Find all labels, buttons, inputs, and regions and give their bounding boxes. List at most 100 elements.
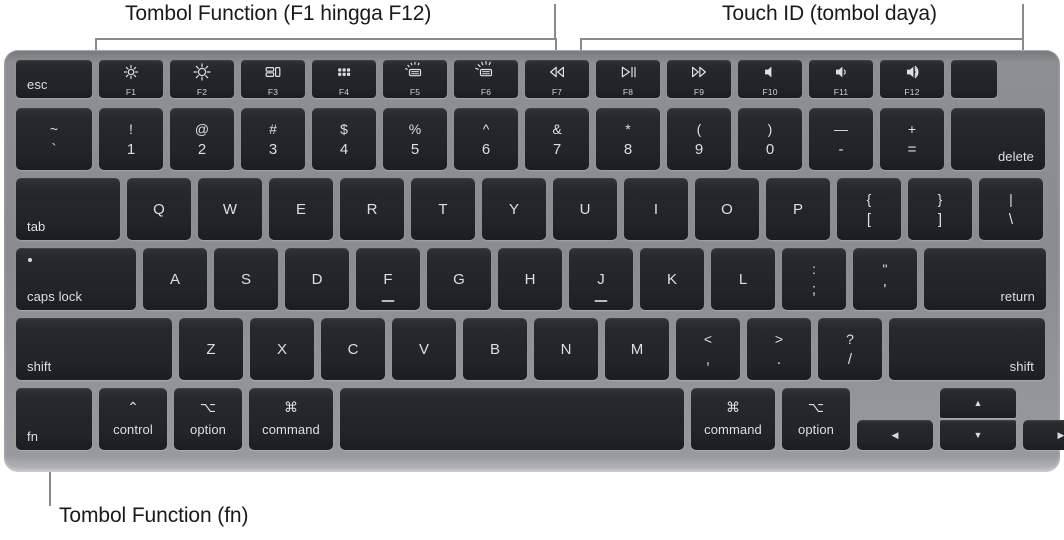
key-touch-id[interactable] [951, 60, 997, 98]
key-tab[interactable]: tab [16, 178, 120, 240]
key-f7[interactable]: F7 [525, 60, 589, 98]
key-digit-5[interactable]: % 5 [383, 108, 447, 170]
key-label: tab [27, 219, 46, 234]
key-label: shift [1009, 359, 1034, 374]
key-key-z[interactable]: Z [179, 318, 243, 380]
key-f8[interactable]: F8 [596, 60, 660, 98]
key-f9[interactable]: F9 [667, 60, 731, 98]
key-slash[interactable]: ? / [818, 318, 882, 380]
key-return[interactable]: return [924, 248, 1046, 310]
key-option-right[interactable]: ⌥ option [782, 388, 850, 450]
key-primary-label: ] [937, 210, 943, 228]
key-key-u[interactable]: U [553, 178, 617, 240]
key-f5[interactable]: F5 [383, 60, 447, 98]
key-symbol-glyph: ⌘ [726, 399, 740, 415]
key-option-left[interactable]: ⌥ option [174, 388, 242, 450]
key-arrow-down[interactable]: ▼ [940, 420, 1016, 450]
key-key-l[interactable]: L [711, 248, 775, 310]
key-key-w[interactable]: W [198, 178, 262, 240]
key-key-v[interactable]: V [392, 318, 456, 380]
key-bracket-left[interactable]: {[ [837, 178, 901, 240]
key-digit-1[interactable]: ! 1 [99, 108, 163, 170]
key-semicolon[interactable]: :; [782, 248, 846, 310]
key-esc[interactable]: esc [16, 60, 92, 98]
key-backslash[interactable]: | \ [979, 178, 1043, 240]
key-digit-3[interactable]: #3 [241, 108, 305, 170]
key-period[interactable]: >. [747, 318, 811, 380]
key-key-n[interactable]: N [534, 318, 598, 380]
key-shift-label: { [866, 190, 872, 207]
key-shift-label: ^ [482, 120, 490, 137]
key-primary-label: / [847, 350, 853, 368]
key-comma[interactable]: <, [676, 318, 740, 380]
key-shift-left[interactable]: shift [16, 318, 172, 380]
key-key-p[interactable]: P [766, 178, 830, 240]
key-bracket-right[interactable]: }] [908, 178, 972, 240]
key-key-j[interactable]: J [569, 248, 633, 310]
key-key-s[interactable]: S [214, 248, 278, 310]
key-primary-label: 4 [339, 140, 349, 158]
key-command-right[interactable]: ⌘ command [691, 388, 775, 450]
key-digit-2[interactable]: @2 [170, 108, 234, 170]
key-primary-label: . [776, 350, 782, 368]
key-digit-9[interactable]: (9 [667, 108, 731, 170]
key-f2[interactable]: F2 [170, 60, 234, 98]
key-label: shift [27, 359, 52, 374]
key-key-t[interactable]: T [411, 178, 475, 240]
key-key-k[interactable]: K [640, 248, 704, 310]
key-key-a[interactable]: A [143, 248, 207, 310]
key-key-f[interactable]: F [356, 248, 420, 310]
key-key-o[interactable]: O [695, 178, 759, 240]
key-f11[interactable]: F11 [809, 60, 873, 98]
key-shift-label: " [882, 260, 888, 277]
brightness-down-icon [120, 61, 142, 83]
keyboard-row-zxcv: shift Z X C V B N M <, >.? / shift [16, 318, 1045, 380]
key-key-m[interactable]: M [605, 318, 669, 380]
key-arrow-right[interactable]: ▶ [1023, 420, 1064, 450]
key-key-b[interactable]: B [463, 318, 527, 380]
key-key-d[interactable]: D [285, 248, 349, 310]
key-equal[interactable]: + = [880, 108, 944, 170]
key-key-i[interactable]: I [624, 178, 688, 240]
key-minus[interactable]: — - [809, 108, 873, 170]
key-digit-8[interactable]: * 8 [596, 108, 660, 170]
key-digit-6[interactable]: ^ 6 [454, 108, 518, 170]
key-key-h[interactable]: H [498, 248, 562, 310]
key-digit-7[interactable]: & 7 [525, 108, 589, 170]
key-arrow-left[interactable]: ◀ [857, 420, 933, 450]
key-command-left[interactable]: ⌘ command [249, 388, 333, 450]
key-shift-label: ~ [49, 120, 59, 137]
key-f1[interactable]: F1 [99, 60, 163, 98]
key-f12[interactable]: F12 [880, 60, 944, 98]
fast-forward-icon [688, 61, 710, 83]
key-primary-label: 1 [126, 140, 136, 158]
key-digit-4[interactable]: $4 [312, 108, 376, 170]
key-space[interactable] [340, 388, 684, 450]
key-shift-label: # [269, 120, 277, 137]
key-f6[interactable]: F6 [454, 60, 518, 98]
key-caps-lock[interactable]: caps lock [16, 248, 136, 310]
key-key-r[interactable]: R [340, 178, 404, 240]
key-delete[interactable]: delete [951, 108, 1045, 170]
key-key-x[interactable]: X [250, 318, 314, 380]
key-label: B [489, 340, 500, 358]
key-key-q[interactable]: Q [127, 178, 191, 240]
key-digit-0[interactable]: ) 0 [738, 108, 802, 170]
key-arrow-up[interactable]: ▲ [940, 388, 1016, 418]
key-fn[interactable]: fn [16, 388, 92, 450]
key-fnumber-label: F12 [904, 87, 920, 98]
key-quote[interactable]: " ' [853, 248, 917, 310]
key-key-c[interactable]: C [321, 318, 385, 380]
key-shift-right[interactable]: shift [889, 318, 1045, 380]
key-key-e[interactable]: E [269, 178, 333, 240]
key-label: M [630, 340, 644, 358]
key-primary-label: 2 [197, 140, 207, 158]
key-f3[interactable]: F3 [241, 60, 305, 98]
key-backtick[interactable]: ~ ` [16, 108, 92, 170]
key-control-left[interactable]: ⌃ control [99, 388, 167, 450]
key-f10[interactable]: F10 [738, 60, 802, 98]
key-primary-label: , [705, 350, 711, 368]
key-key-g[interactable]: G [427, 248, 491, 310]
key-f4[interactable]: F4 [312, 60, 376, 98]
key-key-y[interactable]: Y [482, 178, 546, 240]
